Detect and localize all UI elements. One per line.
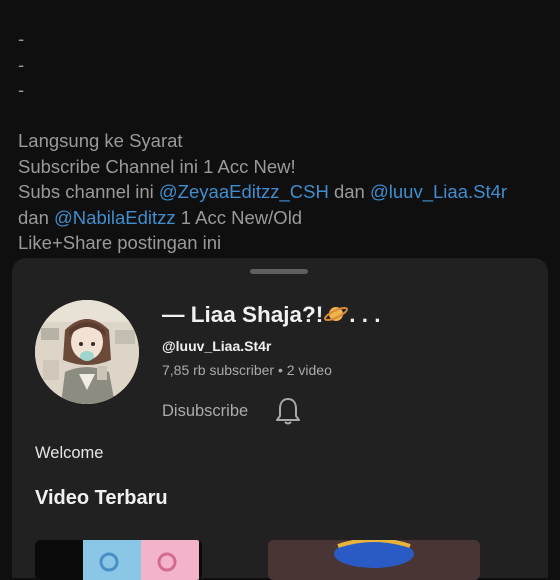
mention-link-nabila[interactable]: @NabilaEditzz	[54, 207, 176, 228]
dash-line: -	[18, 53, 25, 75]
channel-handle: @luuv_Liaa.St4r	[162, 338, 272, 354]
video-thumbnail[interactable]	[35, 540, 202, 580]
channel-title: — Liaa Shaja?! . . .	[162, 302, 381, 328]
dash-line: -	[18, 79, 25, 100]
dash-line: -	[18, 28, 25, 49]
channel-description: Welcome	[35, 444, 104, 462]
channel-title-text: — Liaa Shaja?!	[162, 302, 324, 327]
post-line-4-prefix: dan	[18, 206, 55, 228]
channel-bottom-sheet: — Liaa Shaja?! . . . @luuv_Liaa.St4r 7,8…	[12, 258, 548, 580]
post-line-4-suffix: 1 Acc New/Old	[175, 206, 303, 228]
post-line-3-mid: dan	[328, 181, 370, 202]
channel-title-suffix: . . .	[349, 302, 381, 327]
bell-icon[interactable]	[274, 396, 302, 426]
thumbnail-art	[35, 540, 202, 580]
channel-avatar[interactable]	[35, 300, 139, 404]
ringed-planet-icon	[324, 307, 349, 321]
post-line-5: Like+Share postingan ini	[18, 232, 222, 253]
video-thumbnail[interactable]	[268, 540, 480, 580]
mention-link-zeyaa[interactable]: @ZeyaaEditzz_CSH	[159, 181, 329, 202]
post-line-2: Subscribe Channel ini 1 Acc New!	[18, 155, 296, 177]
post-line-4: dan @NabilaEditzz 1 Acc New/Old	[18, 205, 548, 231]
avatar-illustration	[35, 300, 139, 404]
section-title-latest-videos: Video Terbaru	[35, 487, 168, 509]
post-line-1: Langsung ke Syarat	[18, 130, 183, 151]
drag-handle[interactable]	[250, 269, 308, 274]
post-line-3: Subs channel ini @ZeyaaEditzz_CSH dan @l…	[18, 179, 548, 205]
thumbnail-art	[268, 540, 480, 580]
post-line-3-prefix: Subs channel ini	[18, 181, 159, 202]
mention-link-luuv[interactable]: @luuv_Liaa.St4r	[370, 181, 507, 202]
post-text: - - - Langsung ke Syarat Subscribe Chann…	[18, 26, 548, 256]
unsubscribe-button[interactable]: Disubscribe	[162, 402, 248, 421]
channel-stats: 7,85 rb subscriber • 2 video	[162, 362, 332, 378]
